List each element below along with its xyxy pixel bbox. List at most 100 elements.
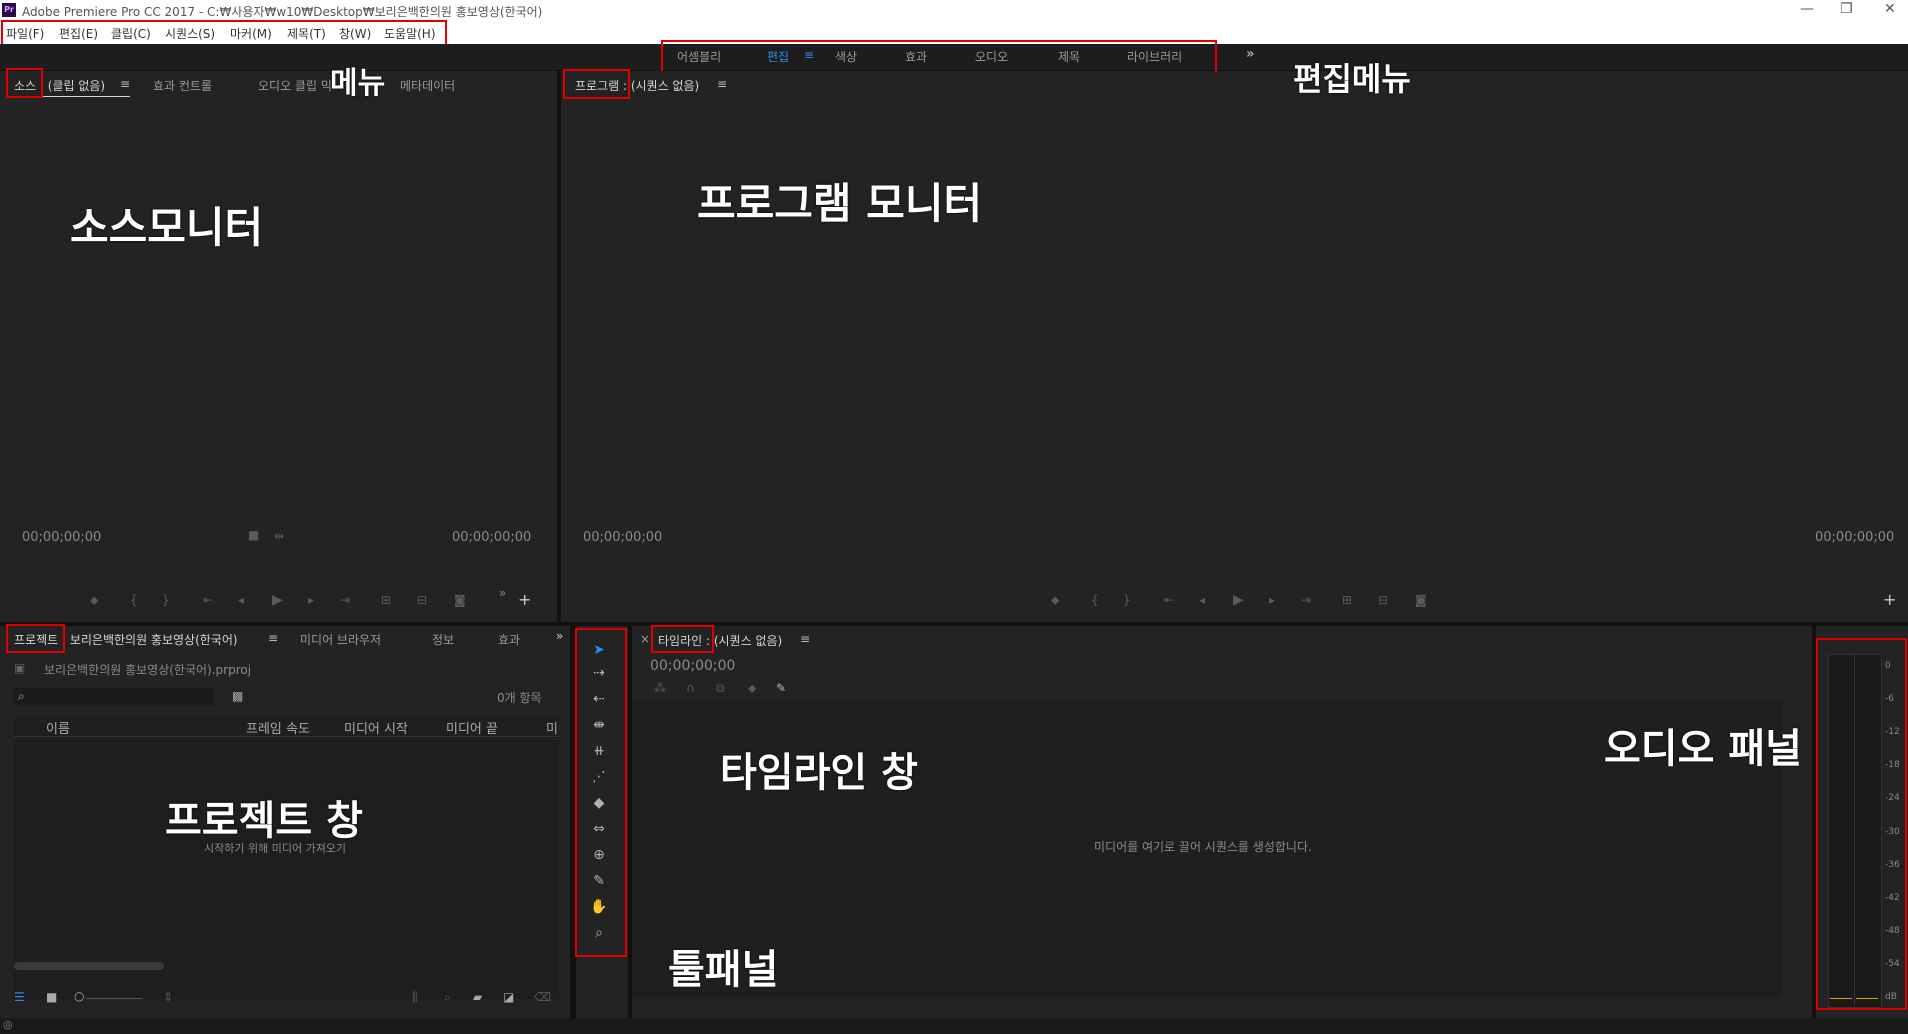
add-marker-timeline-icon[interactable]: ⬥ <box>748 681 756 696</box>
source-tab-highlight-box <box>6 68 43 98</box>
zoom-slider-track[interactable] <box>86 998 142 999</box>
program-timecode-current[interactable]: 00;00;00;00 <box>583 530 662 545</box>
clear-icon[interactable]: ⌫ <box>534 990 551 1004</box>
mark-in-icon[interactable]: { <box>130 593 138 607</box>
timeline-panel-menu-icon[interactable]: ≡ <box>800 632 810 646</box>
resolution-icon[interactable]: ⇹ <box>274 529 284 543</box>
annotation-edit-menu: 편집메뉴 <box>1293 60 1411 98</box>
timeline-panel: × 타임라인 : (시퀀스 없음) ≡ 00;00;00;00 ⁂ ∩ ⧉ ⬥ … <box>632 626 1812 1018</box>
close-button[interactable]: ✕ <box>1884 1 1896 17</box>
insert-icon[interactable]: ⊞ <box>381 593 391 607</box>
annotation-menu: 메뉴 <box>330 66 386 101</box>
timeline-playhead-timecode[interactable]: 00;00;00;00 <box>650 658 735 674</box>
project-search-field[interactable]: ⌕ <box>14 688 214 708</box>
menu-highlight-box <box>1 20 447 47</box>
project-file-name: 보리은백한의원 홍보영상(한국어).prproj <box>44 663 252 677</box>
program-go-to-out-icon[interactable]: ⇥ <box>1301 593 1311 607</box>
project-search-input[interactable] <box>34 688 213 708</box>
linked-selection-icon[interactable]: ⧉ <box>716 681 725 696</box>
program-monitor-panel: 프로그램 : (시퀀스 없음) ≡ 00;00;00;00 00;00;00;0… <box>561 71 1908 622</box>
program-go-to-in-icon[interactable]: ⇤ <box>1164 593 1174 607</box>
add-marker-icon[interactable]: ⬥ <box>90 593 98 608</box>
project-column-header: 이름 프레임 속도 미디어 시작 미디어 끝 미 <box>14 716 559 737</box>
annotation-audio-panel: 오디오 패널 <box>1604 726 1802 772</box>
new-bin-icon[interactable]: ▰ <box>473 990 482 1004</box>
lift-icon[interactable]: ⊞ <box>1342 593 1352 607</box>
tab-effect-controls[interactable]: 효과 컨트롤 <box>153 77 212 94</box>
new-item-icon[interactable]: ◪ <box>503 990 514 1004</box>
play-icon[interactable]: ▶ <box>272 592 283 608</box>
window-title: Adobe Premiere Pro CC 2017 - C:₩사용자₩w10₩… <box>22 5 543 19</box>
column-name[interactable]: 이름 <box>46 718 70 737</box>
find-icon[interactable]: ⌕ <box>444 990 451 1005</box>
find-bin-icon[interactable]: ▩ <box>232 689 243 703</box>
sort-icon[interactable]: ⇕ <box>163 990 173 1004</box>
step-back-icon[interactable]: ◂ <box>238 593 244 607</box>
minimize-button[interactable]: — <box>1800 1 1814 17</box>
project-bin-area[interactable] <box>14 737 559 999</box>
more-workspaces-icon[interactable]: » <box>1246 46 1255 62</box>
project-tab-highlight-box <box>6 624 65 653</box>
zoom-slider-handle[interactable]: ○ <box>74 989 84 1003</box>
fit-dropdown-icon[interactable]: ■ <box>248 528 259 542</box>
export-frame-icon[interactable]: ◙ <box>454 593 466 607</box>
title-bar: Pr Adobe Premiere Pro CC 2017 - C:₩사용자₩w… <box>0 0 1908 22</box>
extract-icon[interactable]: ⊟ <box>1378 593 1388 607</box>
timeline-tab-highlight-box <box>651 625 714 653</box>
program-step-back-icon[interactable]: ◂ <box>1199 593 1205 607</box>
source-timecode-duration: 00;00;00;00 <box>452 530 532 545</box>
insert-nest-icon[interactable]: ⁂ <box>654 681 666 695</box>
tab-metadata[interactable]: 메타데이터 <box>400 77 455 94</box>
program-button-editor-add-icon[interactable]: + <box>1883 590 1896 609</box>
step-forward-icon[interactable]: ▸ <box>308 593 314 607</box>
icon-view-icon[interactable]: ■ <box>46 990 57 1004</box>
column-frame-rate[interactable]: 프레임 속도 <box>246 718 310 737</box>
tab-audio-clip-mixer[interactable]: 오디오 클립 믹 <box>258 77 332 94</box>
status-icon: ◎ <box>3 1018 13 1031</box>
timeline-close-icon[interactable]: × <box>640 632 650 646</box>
program-play-icon[interactable]: ▶ <box>1233 592 1244 608</box>
button-editor-add-icon[interactable]: + <box>518 590 531 609</box>
timeline-settings-wrench-icon[interactable]: ✎ <box>776 681 786 695</box>
automate-to-sequence-icon[interactable]: ⫼ <box>412 990 418 1005</box>
tab-effects[interactable]: 효과 <box>498 631 520 648</box>
source-monitor-panel: 소스 : (클립 없음) ≡ 효과 컨트롤 오디오 클립 믹 메타데이터 00;… <box>0 71 557 622</box>
overwrite-icon[interactable]: ⊟ <box>417 593 427 607</box>
annotation-program-monitor: 프로그램 모니터 <box>697 179 983 228</box>
premiere-app-icon: Pr <box>2 3 16 17</box>
status-bar: ◎ <box>0 1018 1908 1034</box>
column-media-end[interactable]: 미디어 끝 <box>446 718 498 737</box>
project-folder-icon: ▣ <box>14 661 26 675</box>
list-view-icon[interactable]: ☰ <box>14 990 25 1004</box>
tab-info[interactable]: 정보 <box>432 631 454 648</box>
program-tab-highlight-box <box>563 69 630 99</box>
program-mark-out-icon[interactable]: } <box>1123 593 1131 607</box>
project-horizontal-scrollbar[interactable] <box>14 962 164 970</box>
timeline-empty-hint: 미디어를 여기로 끌어 시퀀스를 생성합니다. <box>1094 840 1312 854</box>
mark-out-icon[interactable]: } <box>162 593 170 607</box>
go-to-out-icon[interactable]: ⇥ <box>340 593 350 607</box>
go-to-in-icon[interactable]: ⇤ <box>203 593 213 607</box>
tab-media-browser[interactable]: 미디어 브라우저 <box>300 631 381 648</box>
snap-icon[interactable]: ∩ <box>686 681 695 695</box>
column-more[interactable]: 미 <box>546 718 558 737</box>
annotation-tool-panel: 툴패널 <box>668 947 779 993</box>
project-item-count: 0개 항목 <box>497 691 542 705</box>
program-export-frame-icon[interactable]: ◙ <box>1415 593 1427 607</box>
annotation-source-monitor: 소스모니터 <box>70 203 264 252</box>
more-tabs-icon[interactable]: » <box>556 629 563 643</box>
annotation-timeline-window: 타임라인 창 <box>720 750 918 796</box>
program-mark-in-icon[interactable]: { <box>1091 593 1099 607</box>
column-media-start[interactable]: 미디어 시작 <box>344 718 408 737</box>
audio-highlight-box <box>1816 638 1907 1010</box>
source-panel-menu-icon[interactable]: ≡ <box>120 77 130 91</box>
program-panel-menu-icon[interactable]: ≡ <box>717 77 727 91</box>
project-panel-menu-icon[interactable]: ≡ <box>268 631 278 645</box>
program-add-marker-icon[interactable]: ⬥ <box>1051 593 1059 608</box>
source-timecode-current[interactable]: 00;00;00;00 <box>22 530 101 545</box>
tools-highlight-box <box>575 628 627 957</box>
program-step-forward-icon[interactable]: ▸ <box>1269 593 1275 607</box>
more-controls-icon[interactable]: » <box>499 586 506 600</box>
restore-button[interactable]: ❐ <box>1840 1 1853 17</box>
program-timecode-duration: 00;00;00;00 <box>1815 530 1895 545</box>
